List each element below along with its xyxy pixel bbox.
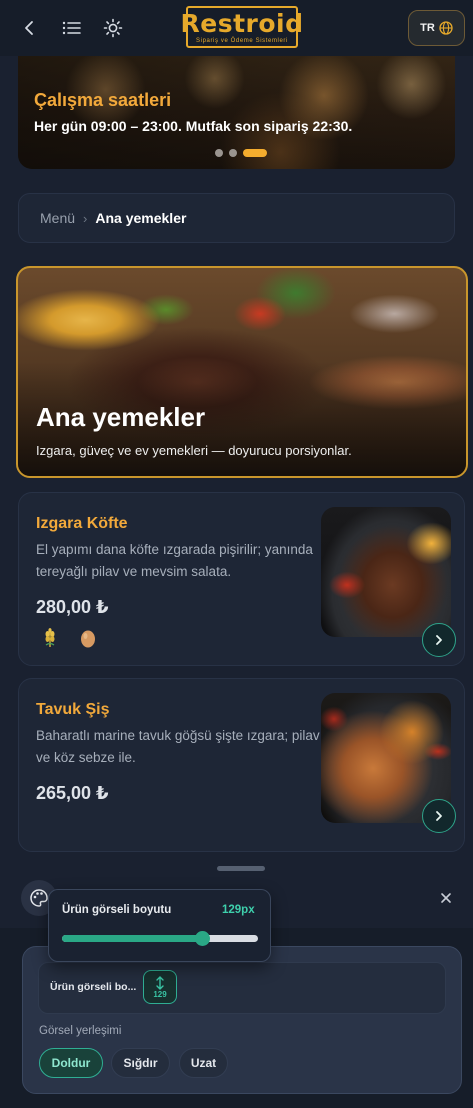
- category-hero: Ana yemekler Izgara, güveç ve ev yemekle…: [16, 266, 468, 478]
- dish-name: Izgara Köfte: [36, 515, 128, 532]
- dish-open-button[interactable]: [422, 623, 456, 657]
- sheet-drag-handle[interactable]: [217, 866, 265, 871]
- theme-toggle-button[interactable]: [98, 13, 128, 43]
- dish-price: 265,00 ₺: [36, 783, 109, 803]
- dish-card[interactable]: Tavuk Şiş Baharatlı marine tavuk göğsü ş…: [18, 678, 465, 852]
- carousel-dot[interactable]: [215, 149, 223, 157]
- close-icon: [441, 893, 451, 903]
- palette-icon: [30, 889, 48, 907]
- wheat-icon: [39, 627, 61, 649]
- dish-description: Baharatlı marine tavuk göğsü şişte ızgar…: [36, 728, 320, 765]
- restroid-logo[interactable]: Restroid Sipariş ve Ödeme Sistemleri: [181, 6, 303, 48]
- image-size-row-label: Ürün görseli bo...: [50, 981, 137, 993]
- dish-card[interactable]: Izgara Köfte El yapımı dana köfte ızgara…: [18, 492, 465, 666]
- dish-description: El yapımı dana köfte ızgarada pişirilir;…: [36, 542, 313, 579]
- image-size-chip[interactable]: 129: [143, 970, 177, 1004]
- logo-tagline: Sipariş ve Ödeme Sistemleri: [196, 37, 288, 44]
- placement-stretch-button[interactable]: Uzat: [179, 1048, 228, 1078]
- language-button[interactable]: TR: [408, 10, 465, 46]
- logo-wordmark: Restroid: [180, 8, 304, 38]
- placement-fit-button[interactable]: Sığdır: [111, 1048, 170, 1078]
- placement-fill-button[interactable]: Doldur: [39, 1048, 103, 1078]
- image-size-slider-thumb[interactable]: [195, 931, 210, 946]
- dish-image[interactable]: [321, 507, 451, 637]
- image-size-label: Ürün görseli boyutu: [62, 904, 172, 916]
- back-button[interactable]: [15, 13, 45, 43]
- placement-label: Görsel yerleşimi: [39, 1025, 122, 1037]
- close-panel-button[interactable]: [432, 884, 460, 912]
- banner-text: Her gün 09:00 – 23:00. Mutfak son sipari…: [34, 118, 353, 134]
- egg-icon: [77, 627, 99, 649]
- image-size-slider-fill: [62, 935, 203, 942]
- chevron-right-icon: [436, 811, 442, 821]
- hours-banner[interactable]: Çalışma saatleri Her gün 09:00 – 23:00. …: [18, 56, 455, 169]
- menu-list-icon: [62, 21, 81, 35]
- carousel-dot-active[interactable]: [243, 149, 267, 157]
- dish-price: 280,00 ₺: [36, 597, 109, 617]
- resize-vertical-icon: [156, 975, 164, 990]
- breadcrumb-chevron-icon: ›: [83, 210, 88, 226]
- chevron-right-icon: [436, 635, 442, 645]
- image-size-chip-value: 129: [153, 989, 167, 999]
- banner-title: Çalışma saatleri: [34, 90, 172, 110]
- back-icon: [25, 21, 33, 35]
- category-title: Ana yemekler: [36, 402, 206, 432]
- image-size-popover: [48, 889, 271, 962]
- globe-icon: [439, 21, 453, 35]
- menu-list-button[interactable]: [57, 13, 87, 43]
- breadcrumb-menu-link[interactable]: Menü: [40, 210, 75, 226]
- carousel-dot[interactable]: [229, 149, 237, 157]
- breadcrumb: Menü › Ana yemekler: [18, 193, 455, 243]
- dish-open-button[interactable]: [422, 799, 456, 833]
- theme-sun-icon: [103, 18, 123, 38]
- image-size-value: 129px: [222, 904, 255, 916]
- breadcrumb-current: Ana yemekler: [95, 210, 187, 226]
- dish-name: Tavuk Şiş: [36, 701, 110, 718]
- language-label: TR: [420, 22, 435, 34]
- category-subtitle: Izgara, güveç ve ev yemekleri — doyurucu…: [36, 443, 352, 458]
